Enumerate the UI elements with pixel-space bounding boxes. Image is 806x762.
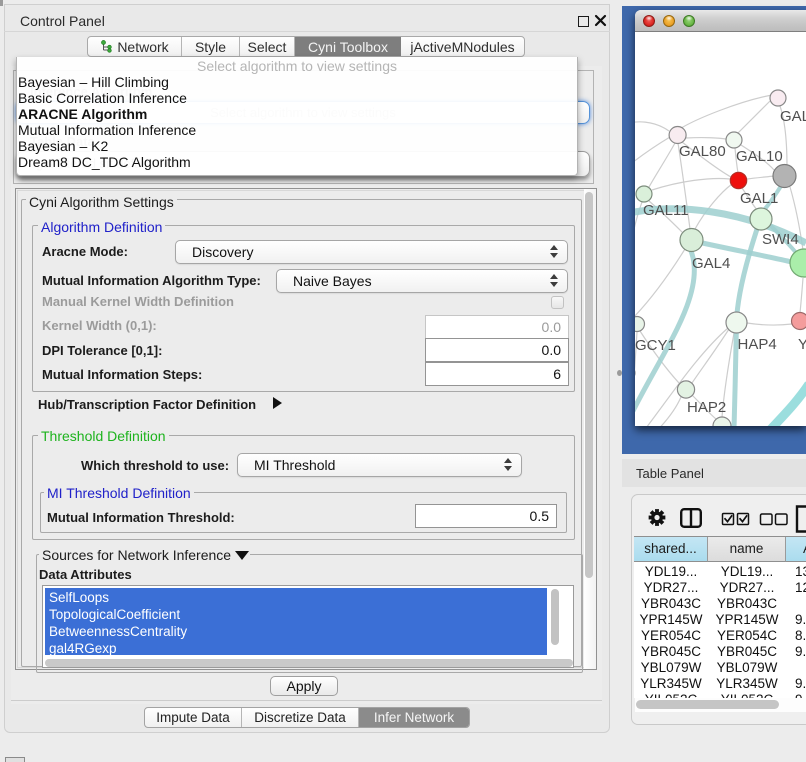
svg-text:SWI4: SWI4 [762,231,799,248]
svg-text:GAL2: GAL2 [780,108,806,125]
svg-text:HAP2: HAP2 [687,399,726,416]
svg-text:GCY1: GCY1 [635,337,676,354]
svg-text:GAL11: GAL11 [643,202,689,219]
svg-text:YM: YM [798,336,806,353]
svg-text:GAL10: GAL10 [736,148,783,165]
svg-text:GAL4: GAL4 [692,255,730,272]
svg-text:GAL80: GAL80 [679,143,726,160]
svg-text:HAP4: HAP4 [738,336,777,353]
svg-text:GAL1: GAL1 [740,190,778,207]
